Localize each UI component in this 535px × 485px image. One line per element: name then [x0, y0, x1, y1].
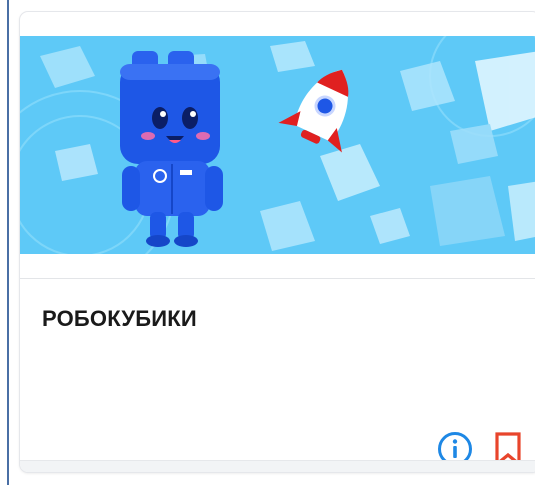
- course-card[interactable]: РОБОКУБИКИ: [20, 12, 535, 472]
- window-edge: [7, 0, 9, 485]
- card-footer: [20, 460, 535, 472]
- card-title[interactable]: РОБОКУБИКИ: [42, 306, 197, 332]
- card-banner-image[interactable]: [20, 36, 535, 254]
- page: РОБОКУБИКИ: [0, 0, 535, 485]
- card-divider: [20, 278, 535, 279]
- banner-illustration: [20, 36, 535, 254]
